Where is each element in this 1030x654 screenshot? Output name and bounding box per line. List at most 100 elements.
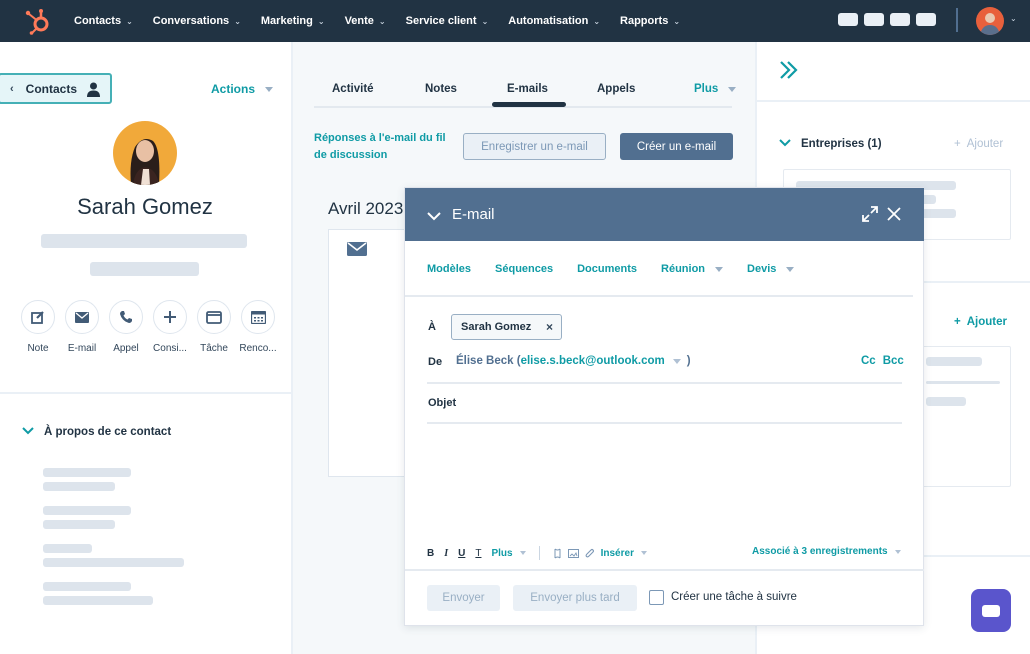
section-divider (757, 100, 1030, 102)
chat-launcher-button[interactable] (971, 589, 1011, 632)
actions-dropdown[interactable]: Actions (211, 82, 274, 96)
utility-placeholder-icon[interactable] (838, 13, 858, 26)
send-later-button[interactable]: Envoyer plus tard (513, 585, 637, 611)
cc-button[interactable]: Cc (861, 355, 876, 367)
attachment-icon[interactable] (585, 548, 595, 559)
chevron-left-icon: ‹ (10, 82, 14, 95)
quotes-dropdown[interactable]: Devis (747, 263, 795, 275)
thread-replies-link[interactable]: Réponses à l'e-mail du fil de discussion (314, 130, 459, 164)
utility-placeholder-icon[interactable] (890, 13, 910, 26)
tab-plus-dropdown[interactable]: Plus (694, 83, 737, 95)
tab-plus-label: Plus (694, 83, 719, 95)
user-avatar[interactable] (976, 7, 1004, 35)
add-association-button[interactable]: + Ajouter (954, 316, 1007, 328)
utility-placeholder-icon[interactable] (916, 13, 936, 26)
email-composer-header: E-mail (405, 188, 924, 241)
tab-activite[interactable]: Activité (332, 83, 374, 95)
nav-automatisation[interactable]: Automatisation ⌄ (508, 15, 600, 27)
more-format-dropdown[interactable]: Plus (491, 547, 526, 559)
tab-emails[interactable]: E-mails (507, 83, 548, 95)
bold-button[interactable]: B (427, 548, 434, 559)
email-composer-title: E-mail (452, 206, 495, 223)
close-icon[interactable] (887, 207, 901, 226)
followup-task-label[interactable]: Créer une tâche à suivre (671, 591, 797, 603)
chevron-down-icon: ⌄ (593, 16, 601, 26)
remove-recipient-icon[interactable]: × (546, 320, 553, 334)
consider-button[interactable]: Consi... (153, 300, 187, 354)
double-chevron-right-icon[interactable] (779, 60, 799, 85)
tab-appels[interactable]: Appels (597, 83, 635, 95)
call-button[interactable]: Appel (109, 300, 143, 354)
meeting-button[interactable]: Renco... (239, 300, 277, 354)
utility-placeholder-icon[interactable] (864, 13, 884, 26)
placeholder-bar (926, 397, 966, 406)
nav-label: Service client (405, 15, 477, 27)
about-section-toggle[interactable]: À propos de ce contact (22, 426, 171, 438)
clear-format-button[interactable]: T (475, 548, 481, 559)
plus-icon: + (954, 316, 961, 328)
subject-input-underline[interactable] (427, 422, 902, 424)
collapse-chevron-icon[interactable] (427, 208, 441, 226)
chevron-down-icon[interactable]: ⌄ (1010, 14, 1017, 23)
top-navigation-bar: Contacts ⌄ Conversations ⌄ Marketing ⌄ Vent… (0, 0, 1030, 42)
nav-conversations[interactable]: Conversations ⌄ (153, 15, 241, 27)
placeholder-bar (43, 468, 131, 477)
placeholder-bar (41, 234, 247, 248)
task-button[interactable]: Tâche (197, 300, 231, 354)
chevron-down-icon: ⌄ (234, 16, 241, 26)
expand-icon[interactable] (862, 206, 878, 227)
contact-sidebar: ‹ Contacts Actions Sarah Gomez Note E-ma… (0, 42, 293, 654)
caret-down-icon (672, 358, 681, 364)
more-label: Plus (491, 547, 513, 559)
nav-rapports[interactable]: Rapports ⌄ (620, 15, 680, 27)
add-company-button[interactable]: + Ajouter (954, 138, 1003, 150)
email-button[interactable]: E-mail (65, 300, 99, 354)
back-to-contacts-button[interactable]: ‹ Contacts (0, 73, 112, 104)
actions-label: Actions (211, 82, 256, 96)
nav-contacts[interactable]: Contacts ⌄ (74, 15, 133, 27)
followup-task-checkbox[interactable] (649, 590, 664, 605)
chevron-down-icon: ⌄ (378, 16, 386, 26)
nav-vente[interactable]: Vente ⌄ (345, 15, 386, 27)
companies-title: Entreprises (1) (801, 138, 882, 150)
nav-label: Contacts (74, 15, 122, 27)
chevron-down-icon: ⌄ (673, 16, 681, 26)
associated-records-dropdown[interactable]: Associé à 3 enregistrements (752, 546, 901, 557)
snippet-icon[interactable] (553, 548, 562, 559)
image-icon[interactable] (567, 548, 579, 558)
consider-label: Consi... (153, 343, 187, 354)
note-icon (21, 300, 55, 334)
tab-notes[interactable]: Notes (425, 83, 457, 95)
send-button[interactable]: Envoyer (427, 585, 500, 611)
sequences-button[interactable]: Séquences (495, 263, 553, 275)
recipient-chip[interactable]: Sarah Gomez × (451, 314, 562, 340)
from-selector[interactable]: Élise Beck ( elise.s.beck@outlook.com ) (456, 355, 691, 367)
log-email-button[interactable]: Enregistrer un e-mail (463, 133, 606, 160)
templates-button[interactable]: Modèles (427, 263, 471, 275)
documents-button[interactable]: Documents (577, 263, 637, 275)
to-label: À (428, 321, 436, 333)
italic-button[interactable]: I (444, 548, 448, 559)
hubspot-logo-icon[interactable] (24, 7, 52, 35)
underline-button[interactable]: U (458, 548, 465, 559)
caret-down-icon (715, 266, 724, 272)
nav-service-client[interactable]: Service client ⌄ (406, 15, 489, 27)
create-email-button[interactable]: Créer un e-mail (620, 133, 733, 160)
add-label: Ajouter (966, 316, 1007, 328)
nav-divider (956, 8, 958, 32)
nav-marketing[interactable]: Marketing ⌄ (261, 15, 325, 27)
divider (405, 295, 913, 297)
associated-label: Associé à 3 enregistrements (752, 546, 888, 557)
divider (405, 569, 924, 571)
bcc-button[interactable]: Bcc (883, 355, 904, 367)
calendar-icon (241, 300, 275, 334)
timeline-email-card[interactable] (328, 229, 408, 477)
note-button[interactable]: Note (21, 300, 55, 354)
companies-section-toggle[interactable]: Entreprises (1) (779, 138, 882, 150)
email-body-editor[interactable] (427, 428, 902, 538)
nav-label: Rapports (620, 15, 669, 27)
email-label: E-mail (67, 343, 97, 354)
meeting-dropdown[interactable]: Réunion (661, 263, 724, 275)
timeline-month-heading: Avril 2023 (328, 199, 404, 218)
insert-dropdown[interactable]: Insérer (601, 548, 647, 559)
